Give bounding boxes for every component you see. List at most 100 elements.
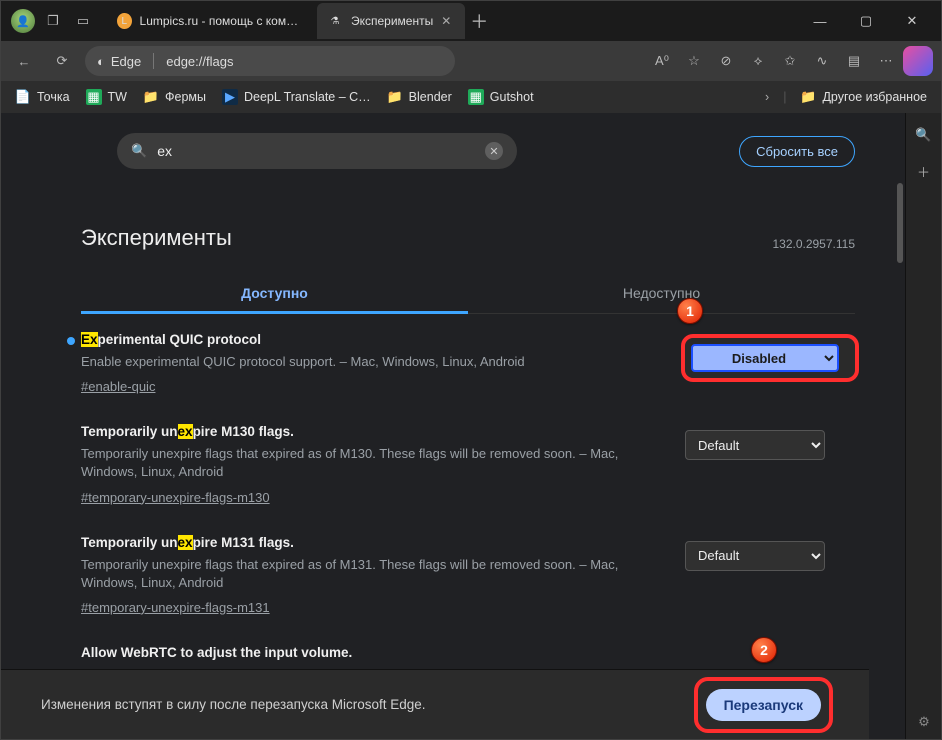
flag-description: Temporarily unexpire flags that expired … bbox=[81, 445, 665, 481]
deepl-icon: ▶ bbox=[222, 89, 238, 105]
new-tab-button[interactable]: ＋ bbox=[465, 3, 493, 39]
url-text: edge://flags bbox=[166, 54, 233, 69]
tab-strip: L Lumpics.ru - помощь с компьюте ⚗ Экспе… bbox=[107, 3, 493, 39]
bookmark-item[interactable]: ▶ DeepL Translate – C… bbox=[222, 89, 371, 105]
bookmark-item[interactable]: 📁 Blender bbox=[387, 89, 452, 105]
clear-search-icon[interactable]: ✕ bbox=[485, 142, 503, 160]
flask-icon: ⚗ bbox=[327, 13, 343, 29]
settings-gear-icon[interactable]: ⚙ bbox=[913, 711, 935, 733]
reset-all-button[interactable]: Сбросить все bbox=[739, 136, 855, 167]
restart-banner: Изменения вступят в силу после перезапус… bbox=[1, 669, 869, 739]
bookmark-item[interactable]: 📄 Точка bbox=[15, 89, 70, 105]
search-input[interactable] bbox=[157, 143, 475, 159]
flag-anchor[interactable]: #enable-quic bbox=[81, 379, 155, 394]
workspaces-icon[interactable]: ❐ bbox=[41, 9, 65, 33]
extensions-icon[interactable]: ⟡ bbox=[743, 46, 773, 76]
folder-icon: 📁 bbox=[800, 89, 816, 105]
flag-title: Allow WebRTC to adjust the input volume. bbox=[81, 645, 855, 660]
flag-state-select[interactable]: Default bbox=[685, 541, 825, 571]
flag-anchor[interactable]: #temporary-unexpire-flags-m131 bbox=[81, 600, 270, 615]
window-controls: — ▢ ✕ bbox=[797, 1, 935, 41]
search-icon: 🔍 bbox=[131, 143, 147, 159]
flag-description: Temporarily unexpire flags that expired … bbox=[81, 556, 665, 592]
side-panel: 🔍 ＋ ⚙ bbox=[905, 113, 941, 739]
tab-label: Эксперименты bbox=[351, 14, 433, 28]
toolbar: ← ⟳ ◐ Edge edge://flags A⁰ ☆ ⊘ ⟡ ✩ ∿ ▤ ⋯ bbox=[1, 41, 941, 81]
bookmark-label: TW bbox=[108, 90, 127, 104]
bookmark-item[interactable]: ▦ Gutshot bbox=[468, 89, 534, 105]
refresh-button[interactable]: ⟳ bbox=[47, 46, 77, 76]
brand-label: Edge bbox=[111, 54, 141, 69]
bookmarks-bar: 📄Точка ▦TW 📁Фермы ▶DeepL Translate – C… … bbox=[1, 81, 941, 113]
flag-enable-quic: Experimental QUIC protocol Enable experi… bbox=[81, 332, 855, 394]
tab-unavailable[interactable]: Недоступно bbox=[468, 275, 855, 314]
bookmark-label: Другое избранное bbox=[822, 90, 927, 104]
sheet-icon: ▦ bbox=[86, 89, 102, 105]
flag-description: Enable experimental QUIC protocol suppor… bbox=[81, 353, 665, 371]
callout-2: 2 bbox=[751, 637, 777, 663]
add-sidebar-icon[interactable]: ＋ bbox=[912, 159, 936, 183]
bookmark-label: Blender bbox=[409, 90, 452, 104]
flag-webrtc-volume: Allow WebRTC to adjust the input volume. bbox=[81, 645, 855, 666]
bookmark-label: Фермы bbox=[165, 90, 206, 104]
bookmark-item[interactable]: 📁 Фермы bbox=[143, 89, 206, 105]
restart-button[interactable]: Перезапуск bbox=[706, 689, 821, 721]
flag-title: Temporarily unexpire M131 flags. bbox=[81, 535, 665, 550]
bookmark-label: Точка bbox=[37, 90, 70, 104]
flag-state-select[interactable]: Disabled bbox=[691, 344, 839, 372]
site-identity: ◐ Edge bbox=[97, 54, 141, 69]
vertical-tabs-icon[interactable]: ▭ bbox=[71, 9, 95, 33]
changed-indicator bbox=[67, 337, 75, 345]
folder-icon: 📄 bbox=[15, 89, 31, 105]
flag-state-select[interactable]: Default bbox=[685, 430, 825, 460]
bookmark-item[interactable]: ▦ TW bbox=[86, 89, 127, 105]
tracking-icon[interactable]: ⊘ bbox=[711, 46, 741, 76]
titlebar: 👤 ❐ ▭ L Lumpics.ru - помощь с компьюте ⚗… bbox=[1, 1, 941, 41]
read-aloud-icon[interactable]: A⁰ bbox=[647, 46, 677, 76]
flag-anchor[interactable]: #temporary-unexpire-flags-m130 bbox=[81, 490, 270, 505]
performance-icon[interactable]: ∿ bbox=[807, 46, 837, 76]
collections-icon[interactable]: ▤ bbox=[839, 46, 869, 76]
tab-available[interactable]: Доступно bbox=[81, 275, 468, 314]
sheet-icon: ▦ bbox=[468, 89, 484, 105]
flag-title: Temporarily unexpire M130 flags. bbox=[81, 424, 665, 439]
profile-avatar[interactable]: 👤 bbox=[11, 9, 35, 33]
tab-lumpics[interactable]: L Lumpics.ru - помощь с компьюте bbox=[107, 3, 317, 39]
close-tab-icon[interactable]: ✕ bbox=[441, 14, 451, 28]
favorites-icon[interactable]: ✩ bbox=[775, 46, 805, 76]
search-input-wrapper[interactable]: 🔍 ✕ bbox=[117, 133, 517, 169]
restart-message: Изменения вступят в силу после перезапус… bbox=[41, 697, 426, 712]
more-menu-icon[interactable]: ⋯ bbox=[871, 46, 901, 76]
flag-list: Experimental QUIC protocol Enable experi… bbox=[81, 332, 855, 726]
search-sidebar-icon[interactable]: 🔍 bbox=[912, 123, 936, 147]
scrollbar[interactable] bbox=[897, 183, 903, 263]
flag-unexpire-m130: Temporarily unexpire M130 flags. Tempora… bbox=[81, 424, 855, 504]
folder-icon: 📁 bbox=[143, 89, 159, 105]
close-window-button[interactable]: ✕ bbox=[889, 1, 935, 41]
bookmark-label: DeepL Translate – C… bbox=[244, 90, 371, 104]
flag-title: Experimental QUIC protocol bbox=[81, 332, 665, 347]
copilot-button[interactable] bbox=[903, 46, 933, 76]
maximize-button[interactable]: ▢ bbox=[843, 1, 889, 41]
callout-1: 1 bbox=[677, 298, 703, 324]
tabs-nav: Доступно Недоступно bbox=[81, 275, 855, 314]
minimize-button[interactable]: — bbox=[797, 1, 843, 41]
flags-page: 🔍 ✕ Сбросить все Эксперименты 132.0.2957… bbox=[81, 133, 855, 739]
folder-icon: 📁 bbox=[387, 89, 403, 105]
other-bookmarks[interactable]: 📁 Другое избранное bbox=[800, 89, 927, 105]
favicon-lumpics: L bbox=[117, 13, 132, 29]
page-title: Эксперименты bbox=[81, 225, 232, 251]
separator bbox=[153, 53, 154, 69]
favorite-icon[interactable]: ☆ bbox=[679, 46, 709, 76]
bookmark-label: Gutshot bbox=[490, 90, 534, 104]
page-content: 🔍 ✕ Сбросить все Эксперименты 132.0.2957… bbox=[1, 113, 905, 739]
address-bar[interactable]: ◐ Edge edge://flags bbox=[85, 46, 455, 76]
highlighted-restart: Перезапуск bbox=[698, 681, 829, 729]
browser-window: 👤 ❐ ▭ L Lumpics.ru - помощь с компьюте ⚗… bbox=[0, 0, 942, 740]
edge-logo-icon: ◐ bbox=[97, 54, 105, 69]
version-label: 132.0.2957.115 bbox=[772, 237, 855, 251]
back-button[interactable]: ← bbox=[9, 46, 39, 76]
tab-experiments[interactable]: ⚗ Эксперименты ✕ bbox=[317, 3, 465, 39]
flag-unexpire-m131: Temporarily unexpire M131 flags. Tempora… bbox=[81, 535, 855, 615]
overflow-icon[interactable]: › bbox=[765, 90, 769, 104]
